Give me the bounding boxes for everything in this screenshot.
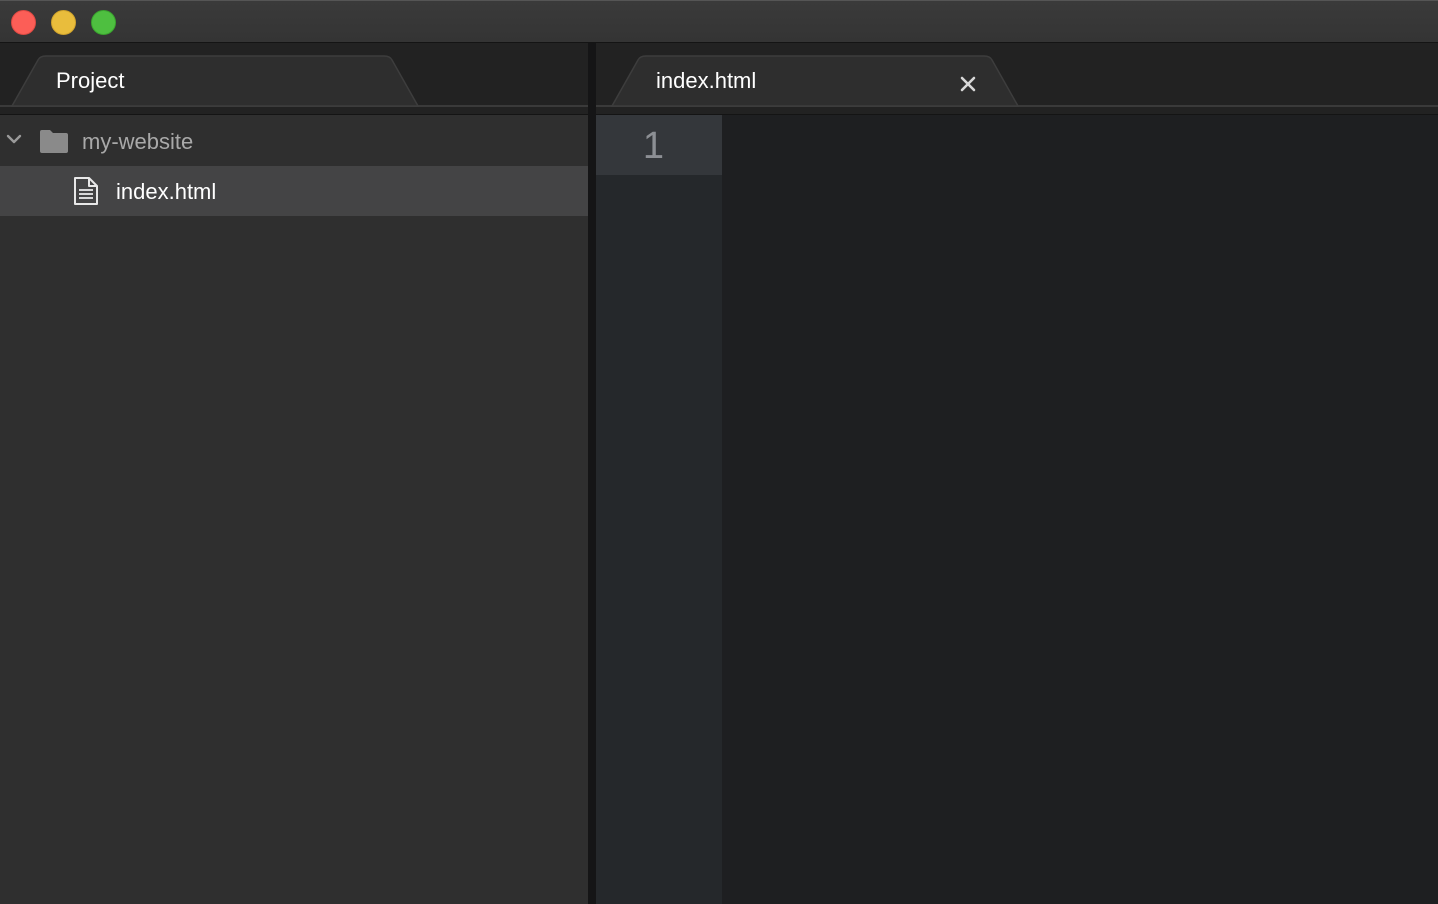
panel-resize-handle[interactable]: [588, 43, 596, 904]
folder-icon: [40, 130, 68, 153]
editor-pane: index.html 1: [596, 43, 1438, 904]
editor-tab-bar: index.html: [596, 43, 1438, 115]
tab-index-html[interactable]: index.html: [656, 68, 756, 94]
tree-folder-row[interactable]: my-website: [0, 116, 588, 166]
active-line-gutter: 1: [596, 115, 722, 175]
project-panel: Project my-website index.html: [0, 43, 588, 904]
editor-window: Project my-website index.html index.html…: [0, 0, 1438, 904]
window-zoom-button[interactable]: [91, 10, 116, 35]
close-icon[interactable]: [955, 71, 981, 97]
file-name: index.html: [116, 179, 217, 204]
line-number: 1: [642, 125, 664, 167]
project-tab-bar: Project: [0, 43, 588, 115]
code-editor-area[interactable]: [722, 115, 1438, 904]
window-close-button[interactable]: [11, 10, 36, 35]
tab-project[interactable]: Project: [56, 68, 124, 94]
line-number-gutter: 1: [596, 115, 722, 904]
tree-file-row[interactable]: index.html: [0, 166, 588, 216]
window-minimize-button[interactable]: [51, 10, 76, 35]
folder-name: my-website: [82, 129, 194, 154]
file-text-icon: [74, 177, 98, 205]
chevron-down-icon[interactable]: [5, 130, 23, 148]
title-bar[interactable]: [0, 0, 1438, 43]
